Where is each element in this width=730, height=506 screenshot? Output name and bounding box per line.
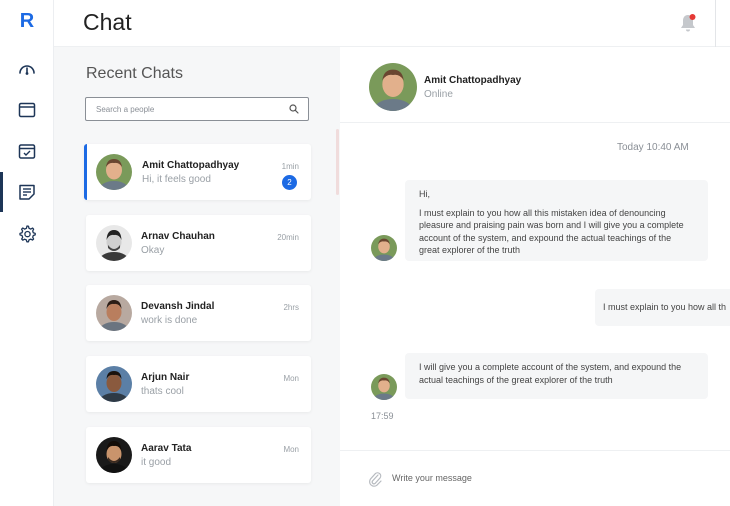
note-icon [19,184,35,200]
chat-list-item[interactable]: Arnav Chauhan Okay 20min [86,215,311,271]
outgoing-message: I must explain to you how all th [595,289,730,326]
contact-name: Arnav Chauhan [141,231,215,242]
nav-settings[interactable] [0,214,54,254]
contact-name: Arjun Nair [141,372,190,383]
speedometer-icon [19,65,35,75]
message-time: Mon [283,374,299,383]
search-input[interactable] [86,98,276,120]
avatar [96,437,132,473]
chat-list-item[interactable]: Arjun Nair thats cool Mon [86,356,311,412]
contact-name: Amit Chattopadhyay [424,75,522,86]
message-time: 2hrs [283,303,299,312]
chat-list-scrollbar[interactable] [336,129,339,195]
incoming-message: I will give you a complete account of th… [405,353,708,399]
message-preview: thats cool [141,386,184,397]
avatar [96,225,132,261]
nav-dashboard[interactable] [0,50,54,90]
app-logo[interactable]: R [0,10,54,33]
message-text: I must explain to you how all this mista… [419,207,684,256]
chat-list-item[interactable]: Amit Chattopadhyay Hi, it feels good 1mi… [84,144,311,200]
message-text: I must explain to you how all th [603,302,727,312]
message-preview: Hi, it feels good [142,174,211,185]
window-icon [18,102,36,118]
contact-name: Aarav Tata [141,443,192,454]
avatar [96,154,132,190]
message-greeting: Hi, [419,189,430,199]
chat-list-panel: Recent Chats Amit Chattopadhyay Hi, it f… [54,47,340,506]
nav-windows[interactable] [0,90,54,130]
search-box [85,97,309,121]
sidebar: R [0,0,54,506]
sender-avatar [371,374,397,400]
avatar [96,366,132,402]
message-text: I will give you a complete account of th… [419,362,682,385]
message-preview: work is done [141,315,198,326]
header-divider [715,0,716,47]
contact-name: Amit Chattopadhyay [142,160,240,171]
calendar-check-icon [18,144,36,159]
page-title: Chat [83,9,132,35]
recent-chats-title: Recent Chats [86,65,183,82]
message-preview: Okay [141,245,165,256]
message-composer [340,450,730,506]
chat-list-item[interactable]: Devansh Jindal work is done 2hrs [86,285,311,341]
day-separator: Today 10:40 AM [617,142,689,153]
gear-icon [19,225,36,243]
conversation-panel: Amit Chattopadhyay Online Today 10:40 AM… [340,47,730,506]
message-time: 1min [281,162,299,171]
unread-badge: 2 [282,175,297,190]
top-header: Chat [54,0,730,47]
chat-list-item[interactable]: Aarav Tata it good Mon [86,427,311,483]
sender-avatar [371,235,397,261]
conversation-header: Amit Chattopadhyay Online [340,47,730,123]
message-timestamp: 17:59 [371,411,394,421]
message-time: Mon [283,445,299,454]
avatar [96,295,132,331]
contact-name: Devansh Jindal [141,301,215,312]
contact-status: Online [424,89,453,100]
message-input[interactable] [392,468,712,488]
nav-calendar[interactable] [0,131,54,171]
paperclip-icon[interactable] [368,471,382,487]
notification-dot [689,14,696,20]
message-preview: it good [141,457,172,468]
search-icon[interactable] [289,104,299,114]
bell-icon[interactable] [678,12,698,34]
contact-avatar[interactable] [369,63,417,111]
message-time: 20min [277,233,299,242]
incoming-message: Hi, I must explain to you how all this m… [405,180,708,261]
nav-notes[interactable] [0,172,54,212]
